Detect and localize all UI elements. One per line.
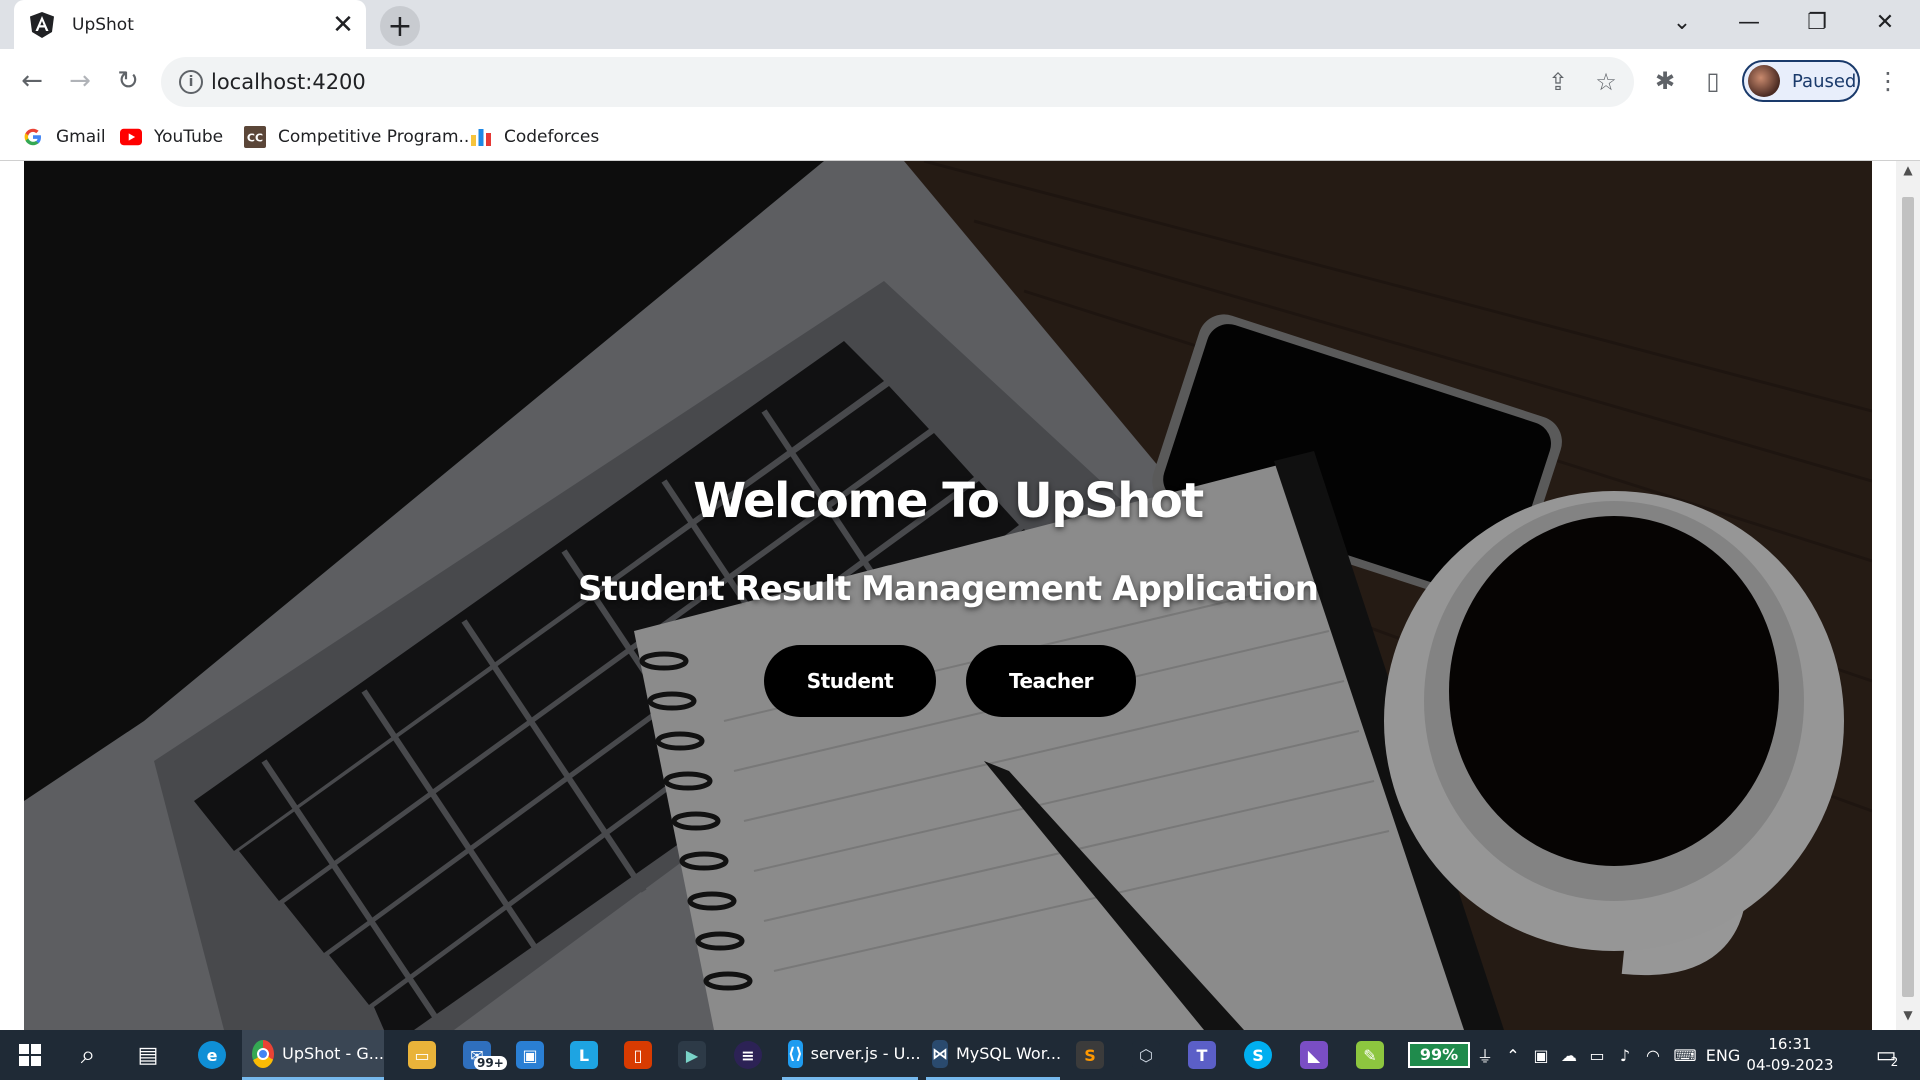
codechef-icon: CC: [244, 126, 266, 148]
minimize-button[interactable]: —: [1721, 0, 1777, 44]
taskbar-app-mysql[interactable]: ⋈ MySQL Wor...: [926, 1030, 1062, 1080]
bookmark-star-icon[interactable]: ☆: [1591, 67, 1621, 97]
tab-search-icon[interactable]: ⌄: [1654, 0, 1710, 44]
bookmarks-bar: Gmail YouTube CC Competitive Program... …: [0, 113, 1920, 161]
tab-title: UpShot: [72, 14, 134, 35]
page-scrollbar[interactable]: ▲ ▼: [1896, 161, 1920, 1030]
url-text[interactable]: localhost:4200: [211, 57, 366, 107]
forward-button[interactable]: →: [58, 59, 102, 103]
start-button[interactable]: [8, 1030, 52, 1080]
bookmark-competitive-programming[interactable]: CC Competitive Program...: [244, 123, 475, 151]
windows-taskbar: ⌕ ▤ e UpShot - G... ▭ ✉ 99+ ▣ L ▯ ▶ ≡ ⟨⟩…: [0, 1030, 1920, 1080]
new-tab-button[interactable]: +: [380, 6, 420, 46]
reload-button[interactable]: ↻: [106, 59, 150, 103]
bookmark-label: Competitive Program...: [278, 127, 475, 147]
bookmark-youtube[interactable]: YouTube: [120, 123, 223, 151]
plug-icon: ⏚: [1476, 1047, 1493, 1066]
notification-center-icon[interactable]: ▭ 2: [1864, 1030, 1910, 1080]
notification-count: 2: [1890, 1055, 1899, 1069]
microsoft-store-icon[interactable]: ▣: [506, 1030, 554, 1080]
visual-studio-icon[interactable]: ◣: [1290, 1030, 1338, 1080]
angular-icon: [30, 11, 54, 38]
share-icon[interactable]: ⇪: [1543, 67, 1573, 97]
back-button[interactable]: ←: [10, 59, 54, 103]
avatar: [1748, 65, 1780, 97]
scrollbar-thumb[interactable]: [1902, 197, 1914, 997]
sublime-text-icon[interactable]: S: [1066, 1030, 1114, 1080]
taskbar-app-vscode[interactable]: ⟨⟩ server.js - U...: [782, 1030, 921, 1080]
mail-badge: 99+: [474, 1056, 507, 1070]
battery-icon[interactable]: ▭: [1584, 1030, 1610, 1080]
windows-icon: [19, 1044, 41, 1066]
keyboard-icon[interactable]: ⌨: [1668, 1030, 1702, 1080]
taskbar-app-chrome[interactable]: UpShot - G...: [242, 1030, 384, 1080]
volume-icon[interactable]: ♪: [1612, 1030, 1638, 1080]
battery-indicator[interactable]: 99%: [1408, 1042, 1470, 1068]
google-icon: [22, 126, 44, 148]
task-view-icon[interactable]: ▤: [126, 1030, 170, 1080]
scroll-down-icon[interactable]: ▼: [1896, 1008, 1920, 1028]
restore-button[interactable]: ❐: [1789, 0, 1845, 44]
hero-content: Welcome To UpShot Student Result Managem…: [24, 161, 1872, 1030]
side-panel-icon[interactable]: ▯: [1693, 61, 1733, 101]
bookmark-codeforces[interactable]: Codeforces: [470, 123, 599, 151]
vscode-icon: ⟨⟩: [788, 1039, 803, 1068]
taskbar-app-label: server.js - U...: [810, 1044, 921, 1063]
virtualbox-icon[interactable]: ⬡: [1122, 1030, 1170, 1080]
taskbar-app-label: UpShot - G...: [282, 1044, 384, 1063]
teacher-button[interactable]: Teacher: [966, 645, 1136, 717]
menu-icon[interactable]: ⋮: [1868, 61, 1908, 101]
lens-icon[interactable]: L: [560, 1030, 608, 1080]
site-info-icon[interactable]: i: [179, 70, 203, 94]
clock-date: 04-09-2023: [1746, 1056, 1834, 1074]
clock-time: 16:31: [1768, 1035, 1812, 1053]
bookmark-gmail[interactable]: Gmail: [22, 123, 106, 151]
profile-button[interactable]: Paused: [1742, 60, 1860, 102]
browser-toolbar: ← → ↻ i localhost:4200 ⇪ ☆ ✱ ▯ Paused ⋮: [0, 49, 1920, 113]
close-tab-icon[interactable]: ✕: [326, 8, 360, 42]
page-title: Welcome To UpShot: [693, 473, 1204, 529]
notepad-plus-plus-icon[interactable]: ✎: [1346, 1030, 1394, 1080]
address-bar[interactable]: i localhost:4200 ⇪ ☆: [161, 57, 1634, 107]
edge-icon[interactable]: e: [188, 1030, 236, 1080]
office-icon[interactable]: ▯: [614, 1030, 662, 1080]
bookmark-label: Gmail: [56, 127, 106, 147]
search-icon[interactable]: ⌕: [66, 1030, 110, 1080]
language-indicator[interactable]: ENG: [1704, 1030, 1742, 1080]
taskbar-app-label: MySQL Wor...: [956, 1044, 1062, 1063]
page-subtitle: Student Result Management Application: [577, 569, 1319, 609]
bookmark-label: YouTube: [154, 127, 224, 147]
eclipse-icon[interactable]: ≡: [724, 1030, 772, 1080]
hero-section: Welcome To UpShot Student Result Managem…: [24, 161, 1872, 1030]
svg-text:CC: CC: [247, 132, 263, 145]
file-explorer-icon[interactable]: ▭: [398, 1030, 446, 1080]
postman-icon[interactable]: ▶: [668, 1030, 716, 1080]
show-hidden-icons-icon[interactable]: ⌃: [1500, 1030, 1526, 1080]
wifi-icon[interactable]: ◠: [1640, 1030, 1666, 1080]
bookmark-label: Codeforces: [504, 127, 600, 147]
scroll-up-icon[interactable]: ▲: [1896, 163, 1920, 183]
close-window-button[interactable]: ✕: [1857, 0, 1913, 44]
youtube-icon: [120, 126, 142, 148]
browser-tab[interactable]: UpShot ✕: [14, 0, 366, 49]
profile-status: Paused: [1792, 70, 1857, 92]
system-clock[interactable]: 16:31 04-09-2023: [1742, 1034, 1838, 1076]
mail-icon[interactable]: ✉ 99+: [452, 1030, 507, 1080]
chrome-icon: [252, 1039, 275, 1068]
skype-icon[interactable]: S: [1234, 1030, 1282, 1080]
extensions-icon[interactable]: ✱: [1645, 61, 1685, 101]
teams-icon[interactable]: T: [1178, 1030, 1226, 1080]
onedrive-icon[interactable]: ☁: [1556, 1030, 1582, 1080]
page-viewport: Welcome To UpShot Student Result Managem…: [0, 161, 1920, 1030]
mysql-workbench-icon: ⋈: [932, 1039, 948, 1068]
student-button[interactable]: Student: [764, 645, 936, 717]
meet-now-icon[interactable]: ▣: [1528, 1030, 1554, 1080]
codeforces-icon: [470, 126, 492, 148]
browser-tab-bar: UpShot ✕ + ⌄ — ❐ ✕: [0, 0, 1920, 49]
